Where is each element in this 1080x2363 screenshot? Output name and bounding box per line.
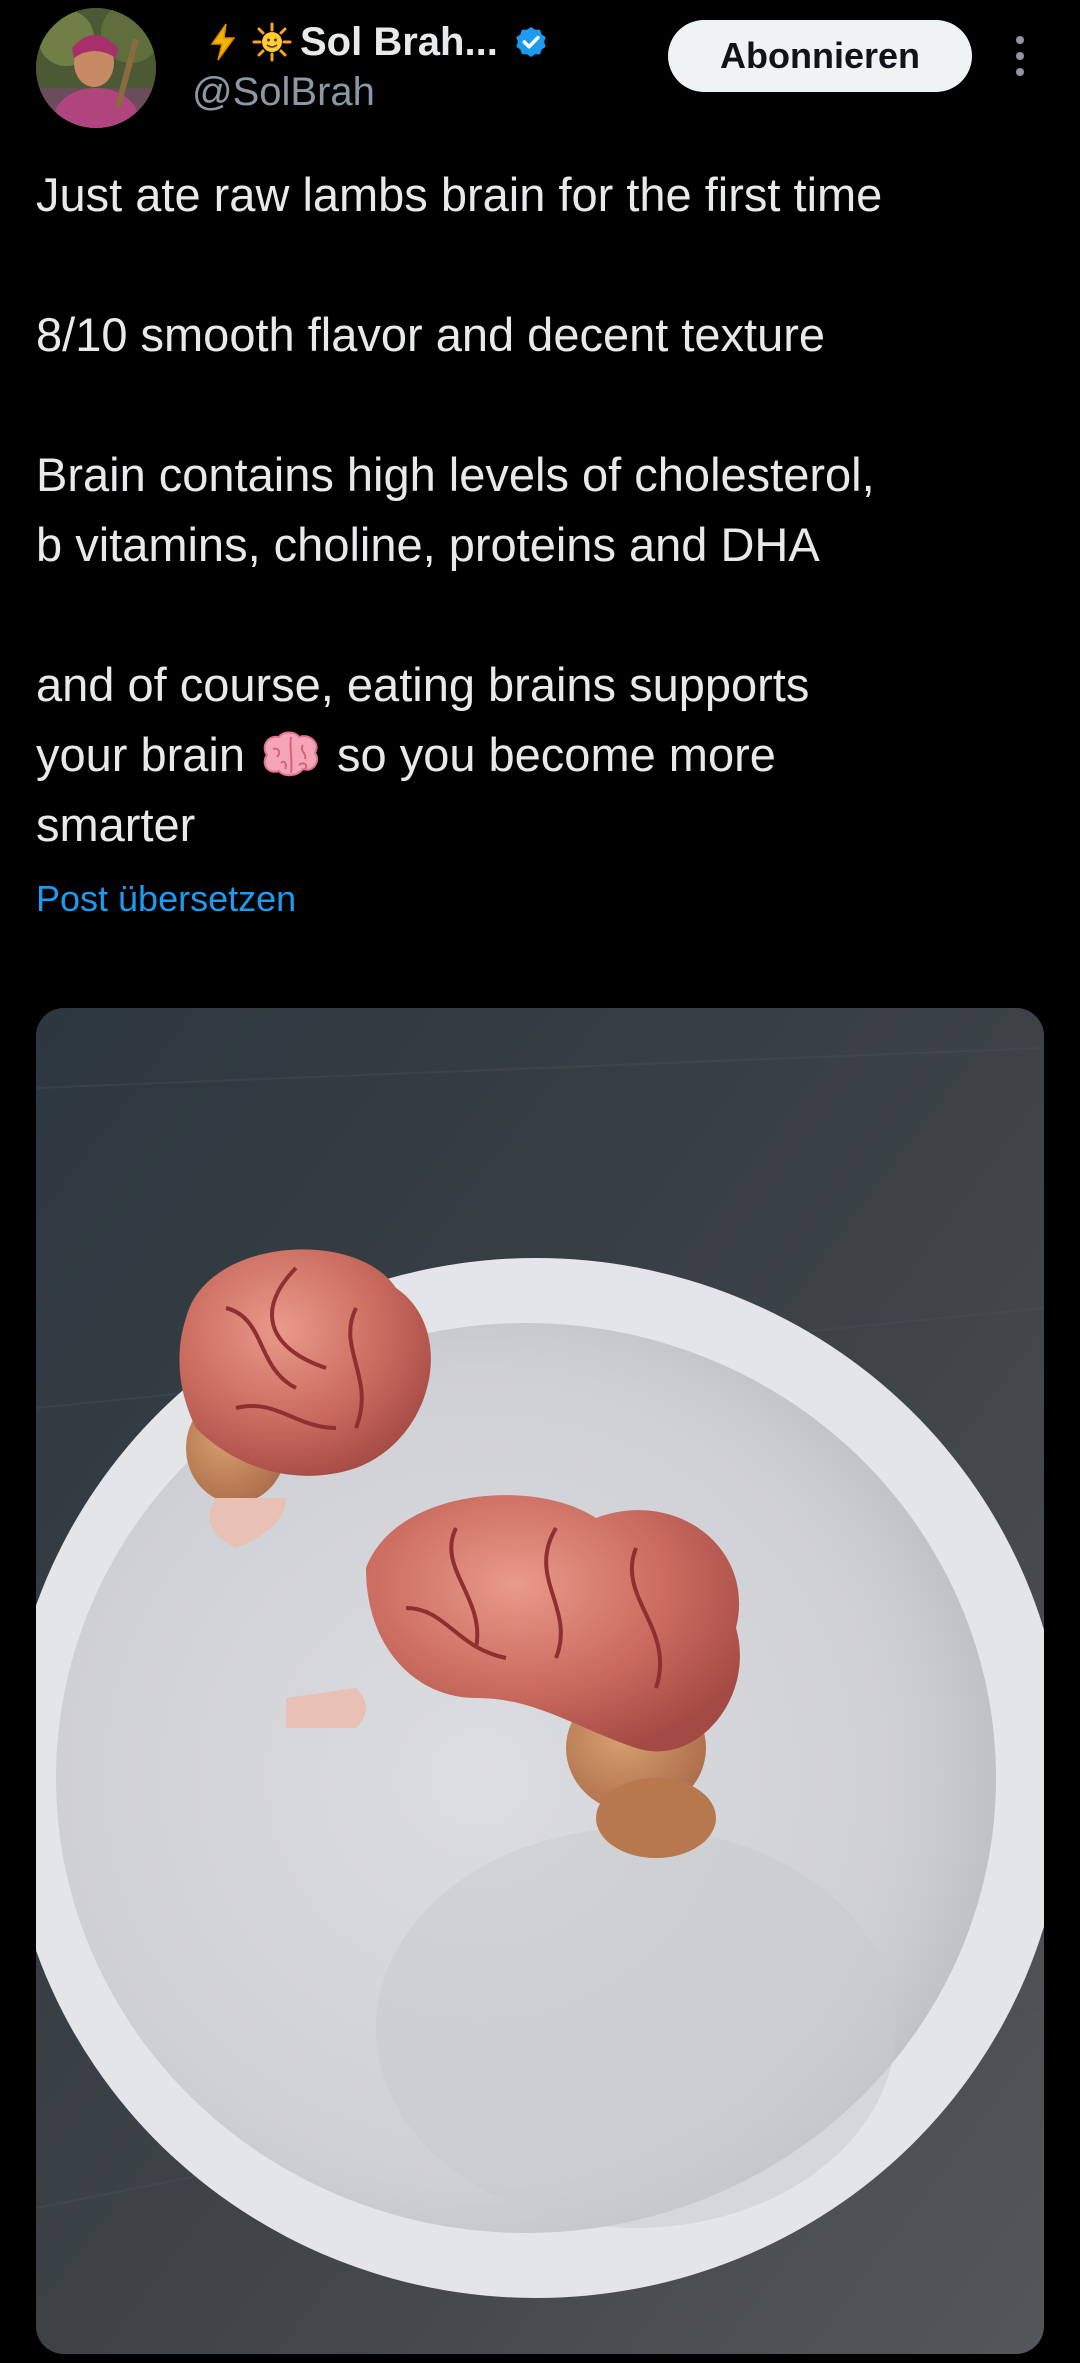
verified-badge-icon: [512, 23, 550, 61]
lightning-emoji: [204, 22, 244, 62]
tweet-text: Just ate raw lambs brain for the first t…: [36, 160, 1046, 860]
avatar[interactable]: [36, 8, 156, 128]
tweet-text-fragment: so you become more: [337, 728, 776, 781]
user-handle[interactable]: @SolBrah: [192, 70, 375, 115]
tweet-line: your brain so you become more: [36, 720, 1046, 790]
tweet-header: Sol Brah... @SolBrah Abonnieren: [0, 0, 1080, 140]
name-row[interactable]: Sol Brah...: [204, 16, 550, 68]
tweet-line: smarter: [36, 798, 196, 851]
sun-emoji: [252, 22, 292, 62]
follow-button[interactable]: Abonnieren: [668, 20, 972, 92]
translate-post-link[interactable]: Post übersetzen: [36, 878, 296, 920]
tweet-line: 8/10 smooth flavor and decent texture: [36, 308, 826, 361]
tweet-line: Just ate raw lambs brain for the first t…: [36, 168, 883, 221]
tweet-photo[interactable]: [36, 1008, 1044, 2354]
brain-emoji: [259, 728, 323, 778]
more-options-icon[interactable]: [1004, 28, 1036, 84]
tweet-line: b vitamins, choline, proteins and DHA: [36, 518, 820, 571]
tweet-line: Brain contains high levels of cholestero…: [36, 448, 875, 501]
tweet-text-fragment: your brain: [36, 728, 245, 781]
display-name[interactable]: Sol Brah...: [300, 20, 498, 65]
tweet-line: and of course, eating brains supports: [36, 658, 810, 711]
